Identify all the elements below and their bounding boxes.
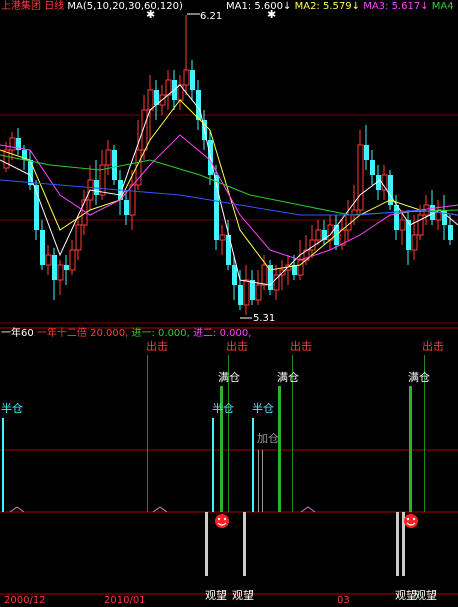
chart-canvas[interactable]: ✱ ✱ [0,0,458,603]
candlesticks [3,15,453,315]
indicator-name[interactable]: 一年60 [1,328,34,339]
ma-params: MA(5,10,20,30,60,120) [67,1,183,12]
x-axis-date: 03 [337,595,350,606]
signal-full-label: 满仓 [408,371,430,384]
line1-name: 一年十二倍 [36,328,87,339]
ma1-arrow: ↓ [283,1,292,12]
signal-exit-label: 出击 [290,340,312,353]
signal-exit-label: 出击 [226,340,248,353]
signal-add-label: 加仓 [257,432,279,445]
signal-half-label: 半仓 [212,402,234,415]
ma3-value: MA3: 5.617 [363,1,421,12]
ma4-value: MA4 [431,1,454,12]
line2-value: 0.000, [158,328,190,339]
signal-bars [2,355,425,576]
smile-icon [215,514,229,528]
ma1-value: MA1: 5.600 [226,1,284,12]
signal-watch-label: 观望 [415,589,437,602]
line1-value: 20.000, [90,328,129,339]
signal-watch-label: 观望 [232,589,254,602]
signal-half-label: 半仓 [1,402,23,415]
smile-icon [404,514,418,528]
period-label[interactable]: 日线 [44,1,64,12]
baseline-markers [9,506,316,513]
ma-values: MA1: 5.600↓ MA2: 5.579↓ MA3: 5.617↓ MA4 [226,1,454,13]
stock-name: 上港集团 [1,1,41,12]
ma2-arrow: ↓ [351,1,360,12]
line2-name: 进一: [131,328,155,339]
high-price-label: 6.21 [200,11,223,22]
signal-half-label: 半仓 [252,402,274,415]
signal-exit-label: 出击 [146,340,168,353]
ma2-value: MA2: 5.579 [294,1,352,12]
ma3-arrow: ↓ [420,1,429,12]
line3-name: 进二: [193,328,217,339]
low-price-label: 5.31 [253,313,276,324]
signal-full-label: 满仓 [218,371,240,384]
signal-watch-label: 观望 [205,589,227,602]
signal-full-label: 满仓 [277,371,299,384]
line3-value: 0.000, [219,328,252,339]
x-axis-date: 2000/12 [4,595,46,606]
x-axis-date: 2010/01 [104,595,146,606]
indicator-header: 一年60 一年十二倍 20.000, 进一: 0.000, 进二: 0.000, [1,328,251,340]
header-bar: 上港集团 日线 MA(5,10,20,30,60,120) [1,1,183,13]
signal-watch-label: 观望 [395,589,417,602]
signal-exit-label: 出击 [422,340,444,353]
